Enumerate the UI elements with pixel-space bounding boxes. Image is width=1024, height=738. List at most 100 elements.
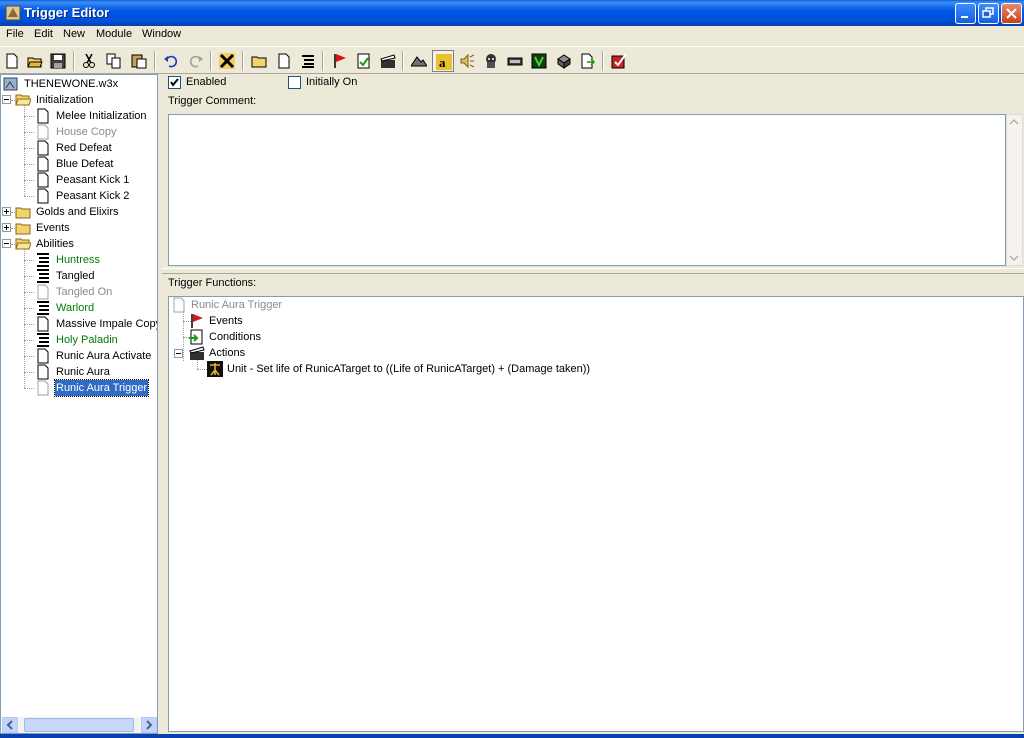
menu-new[interactable]: New xyxy=(63,28,85,40)
undo-icon xyxy=(164,55,178,68)
open-button[interactable] xyxy=(24,50,46,72)
tree-line xyxy=(24,276,25,292)
delete-button[interactable] xyxy=(216,50,238,72)
save-icon xyxy=(50,53,66,69)
import-manager-button[interactable] xyxy=(577,50,599,72)
tree-line xyxy=(24,340,25,356)
trigger-functions-tree[interactable]: Runic Aura Trigger Events Conditions Act… xyxy=(168,296,1024,732)
tree-line xyxy=(24,356,34,357)
tree-line xyxy=(24,260,25,276)
scroll-left-button[interactable] xyxy=(2,717,18,733)
new-event-icon xyxy=(334,54,346,68)
func-tree-line xyxy=(197,369,207,370)
save-button[interactable] xyxy=(47,50,69,72)
new-category-button[interactable] xyxy=(248,50,270,72)
paste-button[interactable] xyxy=(128,50,150,72)
folder-expand-toggle[interactable] xyxy=(2,207,11,216)
tree-line xyxy=(24,180,34,181)
tree-horizontal-scrollbar[interactable] xyxy=(2,717,157,733)
folder-icon xyxy=(15,207,31,219)
menu-file[interactable]: File xyxy=(6,28,24,40)
folder-expand-toggle[interactable] xyxy=(2,95,11,104)
new-comment-icon xyxy=(302,55,314,68)
new-button[interactable] xyxy=(1,50,23,72)
terrain-editor-icon xyxy=(411,56,427,67)
ai-editor-icon xyxy=(531,53,547,69)
enabled-checkbox[interactable] xyxy=(168,76,181,89)
minimize-icon xyxy=(961,16,968,18)
trigger-icon xyxy=(37,108,49,124)
taskbar-edge xyxy=(0,734,1024,738)
event-flag-icon xyxy=(191,314,203,328)
chevron-right-icon xyxy=(146,720,153,730)
trigger-editor-app-icon xyxy=(5,5,21,21)
tree-line xyxy=(24,372,25,388)
script-icon xyxy=(37,333,49,347)
trigger-functions-label: Trigger Functions: xyxy=(168,277,257,289)
close-button[interactable] xyxy=(1001,3,1022,24)
toolbar-separator xyxy=(322,51,324,71)
menu-module[interactable]: Module xyxy=(96,28,132,40)
actions-collapse-toggle[interactable] xyxy=(174,349,183,358)
delete-icon xyxy=(219,53,235,69)
sound-editor-button[interactable] xyxy=(456,50,478,72)
unit-action-icon xyxy=(207,361,223,377)
title-bar[interactable]: Trigger Editor xyxy=(0,0,1024,26)
trigger-comment-textarea[interactable] xyxy=(168,114,1006,266)
menu-edit[interactable]: Edit xyxy=(34,28,53,40)
redo-button[interactable] xyxy=(185,50,207,72)
object-manager-icon xyxy=(557,54,571,69)
condition-icon xyxy=(189,329,203,345)
trigger-icon xyxy=(37,188,49,204)
cut-button[interactable] xyxy=(78,50,100,72)
window-title: Trigger Editor xyxy=(24,5,110,20)
copy-icon xyxy=(106,53,121,69)
new-condition-button[interactable] xyxy=(353,50,375,72)
new-comment-button[interactable] xyxy=(297,50,319,72)
tree-line xyxy=(24,196,34,197)
copy-button[interactable] xyxy=(103,50,125,72)
campaign-editor-button[interactable] xyxy=(504,50,526,72)
menu-window[interactable]: Window xyxy=(142,28,181,40)
test-map-button[interactable] xyxy=(608,50,630,72)
ai-editor-button[interactable] xyxy=(528,50,550,72)
new-action-button[interactable] xyxy=(377,50,399,72)
pane-splitter[interactable] xyxy=(162,268,1024,274)
undo-button[interactable] xyxy=(160,50,182,72)
trigger-tree[interactable]: THENEWONE.w3x Initialization Melee Initial… xyxy=(0,74,158,734)
folder-open-icon xyxy=(15,238,31,250)
object-editor-button[interactable] xyxy=(480,50,502,72)
terrain-editor-button[interactable] xyxy=(408,50,430,72)
open-icon xyxy=(27,57,43,68)
comment-vertical-scrollbar[interactable] xyxy=(1006,114,1023,266)
toolbar-separator xyxy=(154,51,156,71)
minimize-button[interactable] xyxy=(955,3,976,24)
trigger-icon xyxy=(173,297,185,313)
initially-on-label[interactable]: Initially On xyxy=(306,76,357,88)
new-trigger-button[interactable] xyxy=(273,50,295,72)
restore-button[interactable] xyxy=(978,3,999,24)
paste-icon xyxy=(131,54,147,69)
toolbar-separator xyxy=(210,51,212,71)
object-manager-button[interactable] xyxy=(553,50,575,72)
new-action-icon xyxy=(380,54,396,68)
enabled-label[interactable]: Enabled xyxy=(186,76,226,88)
new-category-icon xyxy=(251,56,267,68)
checkmark-icon xyxy=(170,78,179,87)
scroll-thumb[interactable] xyxy=(24,718,134,732)
tree-line xyxy=(24,148,34,149)
map-icon xyxy=(3,77,18,91)
folder-open-icon xyxy=(15,94,31,106)
chevron-left-icon xyxy=(6,720,13,730)
scroll-right-button[interactable] xyxy=(141,717,157,733)
trigger-icon xyxy=(37,364,49,380)
trigger-editor-button[interactable]: a xyxy=(432,50,454,72)
trigger-icon xyxy=(37,380,49,396)
new-event-button[interactable] xyxy=(329,50,351,72)
initially-on-checkbox[interactable] xyxy=(288,76,301,89)
campaign-editor-icon xyxy=(507,57,523,66)
trigger-icon xyxy=(37,172,49,188)
folder-expand-toggle[interactable] xyxy=(2,239,11,248)
folder-expand-toggle[interactable] xyxy=(2,223,11,232)
trigger-icon xyxy=(37,348,49,364)
